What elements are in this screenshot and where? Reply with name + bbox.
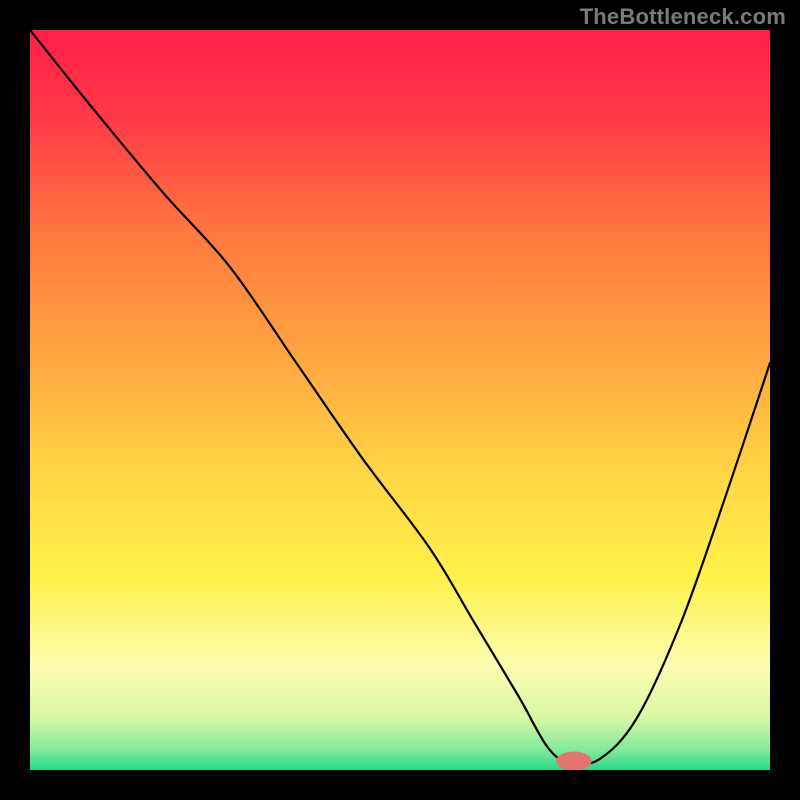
watermark-text: TheBottleneck.com [580, 4, 786, 30]
optimal-marker [556, 752, 592, 771]
chart-plot-area [30, 30, 770, 770]
chart-wrapper: TheBottleneck.com [0, 0, 800, 800]
chart-background [30, 30, 770, 770]
chart-svg [30, 30, 770, 770]
